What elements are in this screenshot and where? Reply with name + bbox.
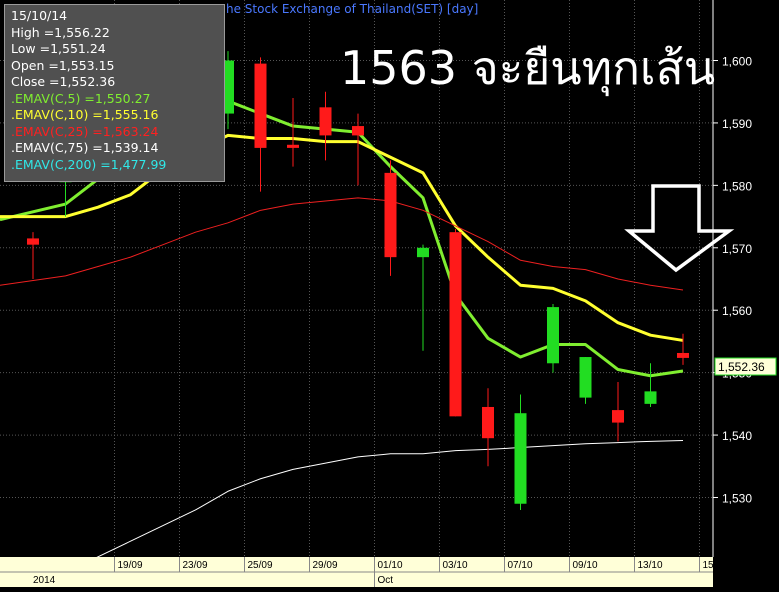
candle-body (514, 413, 527, 504)
candle-body (579, 357, 592, 398)
chart-title: he Stock Exchange of Thailand(SET) [day] (226, 2, 479, 16)
down-arrow-icon (624, 184, 735, 273)
candle-body (612, 410, 624, 423)
info-open: Open =1,553.15 (11, 57, 115, 73)
x-tick-label: 13/10 (638, 560, 663, 571)
candle-body (319, 107, 332, 136)
x-tick-label: 19/09 (118, 560, 143, 571)
x-tick-label: 01/10 (378, 560, 403, 571)
ema-line-3 (0, 197, 684, 291)
info-close: Close =1,552.36 (11, 74, 116, 89)
x-tick-label: 29/09 (313, 560, 338, 571)
x-axis-band-bottom (0, 572, 713, 587)
ohlc-info-box: 15/10/14 High =1,556.22 Low =1,551.24 Op… (4, 4, 225, 182)
candle-body (27, 238, 39, 245)
candle-body (644, 391, 657, 404)
y-tick-label: 1,570 (722, 242, 752, 256)
candle-body (482, 406, 494, 439)
info-emav200: .EMAV(C,200) =1,477.99 (11, 156, 167, 172)
x-axis-band-top (0, 557, 713, 572)
y-tick-label: 1,590 (722, 117, 752, 131)
candle-body (384, 172, 397, 258)
candle-body (287, 144, 299, 148)
x-tick-label: 07/10 (508, 560, 533, 571)
y-axis: 1,5301,5401,5501,5601,5701,5801,5901,600 (712, 0, 752, 557)
headline-annotation: 1563 จะยืนทุกเส้น (340, 41, 716, 95)
info-emav5: .EMAV(C,5) =1,550.27 (11, 90, 151, 106)
candle-body (254, 63, 267, 148)
info-emav75: .EMAV(C,75) =1,539.14 (11, 140, 159, 155)
last-price-label: 1,552.36 (718, 360, 765, 374)
candle-body (449, 232, 462, 417)
x-month-label: Oct (378, 575, 394, 586)
last-price-marker: 1,552.36 (714, 357, 777, 376)
info-high: High =1,556.22 (11, 24, 110, 40)
x-tick-label: 23/09 (183, 560, 208, 571)
info-date: 15/10/14 (11, 8, 68, 23)
candle-body (352, 126, 364, 136)
x-tick-label: 03/10 (443, 560, 468, 571)
candle-body (417, 247, 429, 258)
x-tick-label: 15/10 (703, 560, 728, 571)
info-emav10: .EMAV(C,10) =1,555.16 (11, 107, 159, 122)
candle-body (547, 307, 559, 364)
y-tick-label: 1,560 (722, 304, 752, 318)
candle-body (677, 352, 689, 358)
y-tick-label: 1,530 (722, 492, 752, 506)
y-tick-label: 1,580 (722, 179, 752, 193)
x-year-label: 2014 (33, 575, 56, 586)
y-tick-label: 1,540 (722, 429, 752, 443)
info-emav25: .EMAV(C,25) =1,563.24 (11, 123, 159, 139)
info-low: Low =1,551.24 (11, 41, 106, 56)
x-tick-label: 09/10 (573, 560, 598, 571)
x-tick-label: 25/09 (248, 560, 273, 571)
y-tick-label: 1,600 (722, 55, 752, 69)
x-axis: 19/09 23/09 25/09 29/09 01/10 03/10 07/10 09/10… (0, 557, 728, 587)
